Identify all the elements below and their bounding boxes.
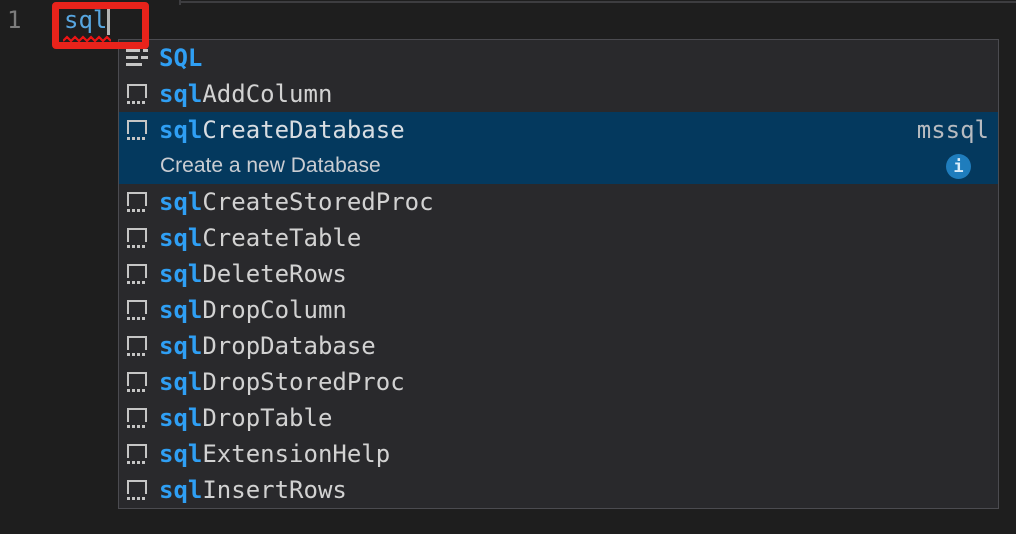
suggestion-item[interactable]: sqlDropStoredProc (119, 364, 998, 400)
suggestion-item[interactable]: sqlAddColumn (119, 76, 998, 112)
editor-line-1[interactable]: 1 sql (0, 4, 1016, 40)
snippet-icon (126, 371, 148, 393)
suggestion-label: sqlDropTable (159, 400, 332, 436)
suggestion-item[interactable]: sqlDropDatabase (119, 328, 998, 364)
suggestion-label: sqlDropColumn (159, 292, 347, 328)
suggestion-label-row[interactable]: sqlDeleteRows (119, 256, 998, 292)
suggestion-description: Create a new Database (160, 154, 381, 178)
typed-text[interactable]: sql (64, 6, 107, 34)
suggestion-label-row[interactable]: sqlDropColumn (119, 292, 998, 328)
text-cursor (107, 7, 110, 35)
suggestion-item[interactable]: sqlCreateStoredProc (119, 184, 998, 220)
suggestion-label-row[interactable]: sqlDropDatabase (119, 328, 998, 364)
suggestion-label-row[interactable]: sqlCreateStoredProc (119, 184, 998, 220)
suggestion-label-row[interactable]: sqlCreateTable (119, 220, 998, 256)
snippet-icon (126, 335, 148, 357)
suggestion-label: sqlDeleteRows (159, 256, 347, 292)
snippet-icon (126, 443, 148, 465)
snippet-icon (126, 83, 148, 105)
suggestion-label-row[interactable]: sqlInsertRows (119, 472, 998, 508)
suggestion-item[interactable]: sqlCreateTable (119, 220, 998, 256)
suggestion-item[interactable]: sqlExtensionHelp (119, 436, 998, 472)
suggestion-item[interactable]: sqlCreateDatabase mssql Create a new Dat… (119, 112, 998, 184)
suggestion-item[interactable]: sqlDropColumn (119, 292, 998, 328)
suggestion-item[interactable]: sqlDropTable (119, 400, 998, 436)
suggestion-label: sqlCreateStoredProc (159, 184, 434, 220)
suggestion-label-row[interactable]: sqlDropTable (119, 400, 998, 436)
suggestion-description-row: Create a new Database (119, 148, 998, 184)
suggest-list: SQL sqlAddColumn sqlCreateDatabase mssql… (119, 40, 998, 508)
suggestion-item[interactable]: SQL (119, 40, 998, 76)
suggestion-label: sqlAddColumn (159, 76, 332, 112)
snippet-icon (126, 263, 148, 285)
clipped-panel-border (179, 1, 1016, 3)
suggestion-label-row[interactable]: sqlCreateDatabase mssql (119, 112, 998, 148)
suggestion-label: sqlExtensionHelp (159, 436, 390, 472)
line-number: 1 (7, 6, 21, 34)
text-suggestion-icon (126, 47, 148, 69)
suggestion-label: sqlInsertRows (159, 472, 347, 508)
snippet-icon (126, 227, 148, 249)
suggestion-label-row[interactable]: sqlAddColumn (119, 76, 998, 112)
snippet-icon (126, 407, 148, 429)
suggestion-item[interactable]: sqlInsertRows (119, 472, 998, 508)
suggest-widget: SQL sqlAddColumn sqlCreateDatabase mssql… (118, 39, 999, 509)
error-squiggle-icon (63, 35, 111, 44)
editor-screen: 1 sql SQL sqlAddColumn sqlCreateDatabase… (0, 0, 1016, 534)
suggestion-label: SQL (159, 40, 202, 76)
info-icon[interactable] (946, 154, 971, 179)
suggestion-label: sqlDropStoredProc (159, 364, 405, 400)
snippet-icon (126, 191, 148, 213)
snippet-icon (126, 119, 148, 141)
suggestion-label-row[interactable]: sqlDropStoredProc (119, 364, 998, 400)
suggestion-label-row[interactable]: sqlExtensionHelp (119, 436, 998, 472)
snippet-icon (126, 479, 148, 501)
suggestion-label-row[interactable]: SQL (119, 40, 998, 76)
suggestion-label: sqlCreateDatabase (159, 112, 405, 148)
suggestion-detail: mssql (917, 116, 998, 144)
snippet-icon (126, 299, 148, 321)
suggestion-label: sqlDropDatabase (159, 328, 376, 364)
suggestion-item[interactable]: sqlDeleteRows (119, 256, 998, 292)
suggestion-label: sqlCreateTable (159, 220, 361, 256)
